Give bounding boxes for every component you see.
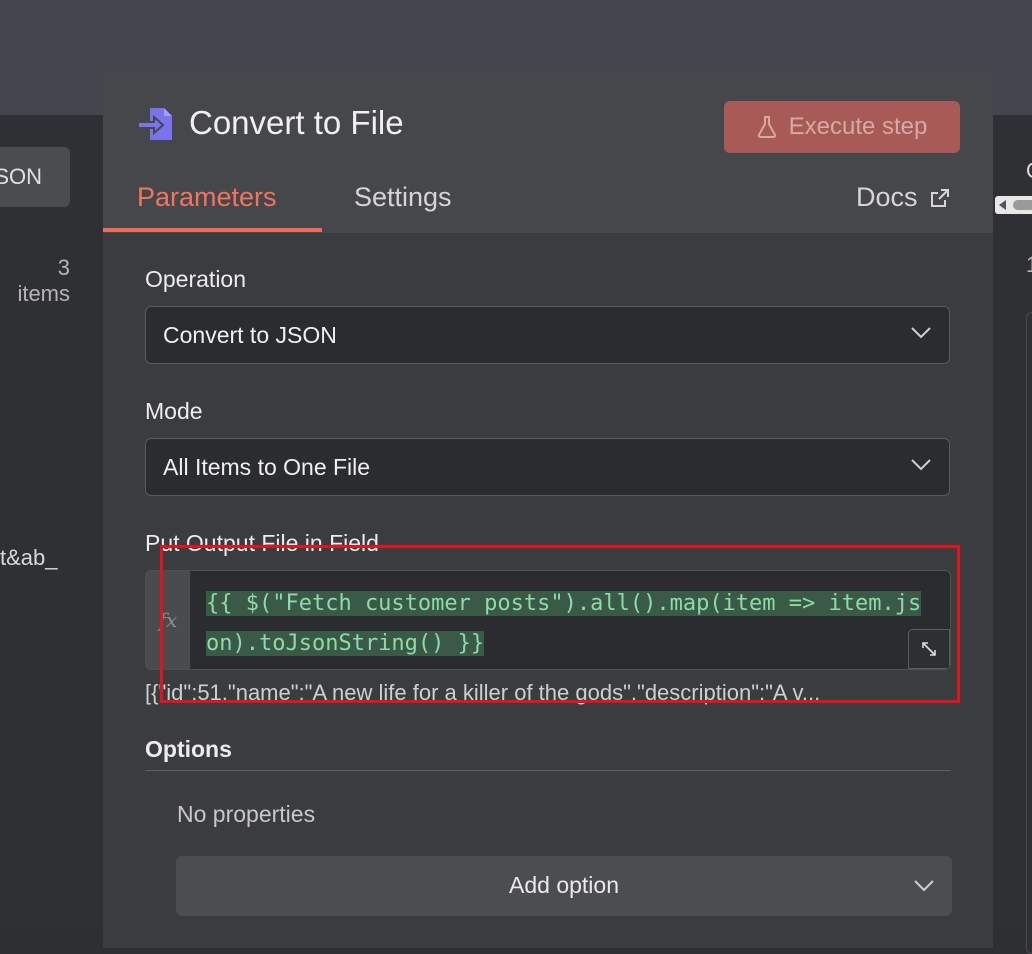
no-properties-text: No properties — [177, 801, 316, 827]
options-divider — [145, 770, 951, 771]
output-count-fragment: 1 — [1026, 252, 1032, 278]
external-link-icon — [930, 188, 949, 207]
mode-value: All Items to One File — [163, 454, 371, 480]
expression-result-preview: [{"id":51,"name":"A new life for a kille… — [145, 680, 821, 705]
chevron-down-icon — [914, 880, 934, 892]
expression-text: {{ $("Fetch customer posts").all().map(i… — [206, 591, 922, 656]
tab-docs[interactable]: Docs — [856, 182, 950, 213]
input-items-count: 3 items — [17, 255, 70, 306]
json-view-chip[interactable]: JSON — [0, 147, 70, 207]
output-data-box — [1026, 312, 1032, 954]
active-tab-indicator — [103, 228, 322, 232]
operation-value: Convert to JSON — [163, 322, 337, 348]
tab-settings[interactable]: Settings — [354, 182, 452, 213]
operation-label: Operation — [145, 266, 247, 292]
tab-parameters[interactable]: Parameters — [137, 182, 277, 213]
chevron-down-icon — [911, 459, 931, 471]
chevron-down-icon — [911, 327, 931, 339]
modal-header: Convert to File Execute step Parameters … — [103, 68, 993, 233]
output-panel-title-fragment: O — [1026, 158, 1032, 184]
scroll-thumb[interactable] — [1013, 200, 1032, 210]
options-title: Options — [145, 736, 232, 762]
add-option-label: Add option — [509, 872, 619, 898]
node-settings-modal: Convert to File Execute step Parameters … — [103, 68, 993, 948]
node-title: Convert to File — [189, 104, 404, 141]
input-panel — [0, 115, 103, 929]
mode-select[interactable]: All Items to One File — [145, 438, 950, 496]
scroll-left-arrow-icon[interactable] — [999, 200, 1006, 210]
add-option-button[interactable]: Add option — [176, 856, 952, 916]
mode-label: Mode — [145, 398, 203, 424]
docs-label: Docs — [856, 182, 918, 212]
operation-select[interactable]: Convert to JSON — [145, 306, 950, 364]
expand-icon — [922, 642, 936, 656]
fx-icon: fx — [146, 571, 190, 669]
input-data-fragment: t&ab_ — [0, 545, 58, 570]
output-field-label: Put Output File in Field — [145, 530, 379, 556]
expand-editor-button[interactable] — [908, 629, 950, 669]
beaker-icon — [757, 116, 776, 138]
execute-step-button[interactable]: Execute step — [724, 101, 960, 153]
expression-editor[interactable]: fx {{ $("Fetch customer posts").all().ma… — [145, 570, 951, 670]
expression-code[interactable]: {{ $("Fetch customer posts").all().map(i… — [206, 584, 931, 664]
file-import-icon — [137, 108, 172, 140]
execute-step-label: Execute step — [788, 113, 928, 140]
output-scrollbar[interactable] — [995, 196, 1032, 214]
